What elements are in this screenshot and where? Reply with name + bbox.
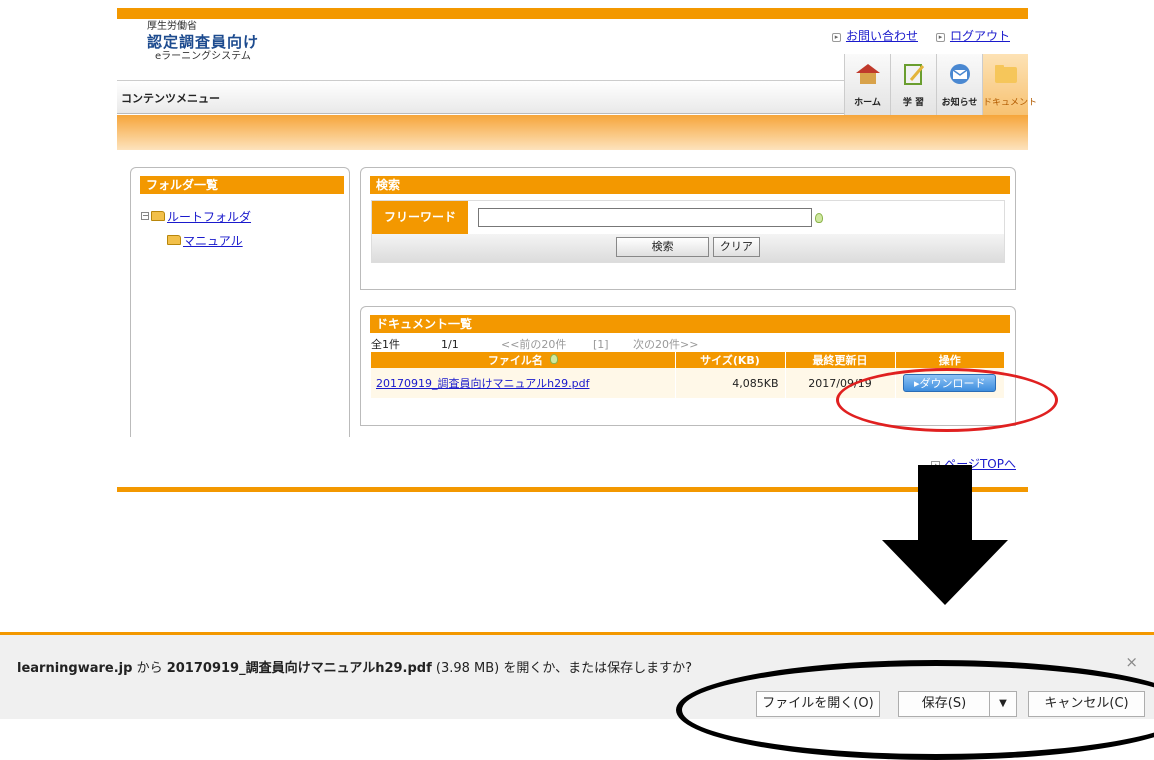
pager: 全1件 1/1 <<前の20件 [1] 次の20件>> [371,338,1005,352]
col-size[interactable]: サイズ(KB) [675,352,786,368]
pager-page: 1/1 [441,338,459,351]
nav-tab-study[interactable]: 学 習 [890,54,936,115]
pager-total: 全1件 [371,338,400,351]
nav-label-home: ホーム [854,98,881,108]
arrow-bullet-icon: ▸ [831,33,841,42]
tree-row-manual: マニュアル [141,228,349,252]
download-question: を開くか、または保存しますか? [503,661,693,676]
folder-icon [994,65,1017,83]
site-title: 認定調査員向け [147,33,260,51]
menu-bar: コンテンツメニュー ホーム 学 習 お知らせ ドキュメント [117,54,1037,115]
table-header-row: ファイル名 サイズ(KB) 最終更新日 操作 [371,352,1005,368]
black-highlight-ellipse [676,660,1154,760]
contact-link[interactable]: お問い合わせ [846,29,918,43]
folder-tree: − ルートフォルダ マニュアル [131,194,349,252]
folder-open-icon [167,235,181,245]
menu-bar-title: コンテンツメニュー [121,92,220,105]
search-panel-heading-text: 検索 [376,178,401,192]
folder-panel-heading-text: フォルダ一覧 [146,178,219,192]
freeword-input[interactable] [478,208,812,227]
cell-filename: 20170919_調査員向けマニュアルh29.pdf [371,368,676,398]
ministry-name: 厚生労働省 [147,21,197,32]
download-message: learningware.jp から 20170919_調査員向けマニュアルh2… [17,657,692,676]
pager-pages: [1] [593,338,609,351]
document-panel-heading-text: ドキュメント一覧 [376,317,473,331]
collapse-icon[interactable]: − [141,212,149,220]
nav-tab-home[interactable]: ホーム [844,54,890,115]
document-panel-heading: ドキュメント一覧 [366,315,1010,333]
close-icon[interactable]: × [1125,653,1138,671]
nav-label-document: ドキュメント [983,98,1038,108]
nav-tabs: ホーム 学 習 お知らせ ドキュメント [844,54,1038,115]
down-arrow-icon [882,465,1008,605]
folder-panel: フォルダ一覧 − ルートフォルダ マニュアル [130,167,350,437]
folder-link-root[interactable]: ルートフォルダ [167,208,251,225]
site-logo: 厚生労働省 認定調査員向け eラーニングシステム [147,22,259,62]
search-button[interactable]: 検索 [616,237,710,257]
header-links: ▸ お問い合わせ ▸ ログアウト [831,27,1010,44]
site-subtitle: eラーニングシステム [155,51,251,62]
top-accent-bar [117,0,1028,19]
tree-row-root: − ルートフォルダ [141,204,349,228]
download-size: (3.98 MB) [431,661,504,676]
nav-tab-document[interactable]: ドキュメント [982,54,1038,115]
logout-link-wrap: ▸ ログアウト [935,27,1010,44]
nav-label-study: 学 習 [902,98,925,108]
download-from: から [132,661,167,676]
clear-button[interactable]: クリア [712,237,760,257]
cell-size: 4,085KB [675,368,786,398]
pager-prev: <<前の20件 [501,338,567,351]
search-row: フリーワード [372,201,1004,234]
nav-tab-notice[interactable]: お知らせ [936,54,982,115]
folder-panel-heading: フォルダ一覧 [136,176,344,194]
search-box: フリーワード 検索 クリア [371,200,1005,263]
search-buttons: 検索 クリア [372,234,1004,262]
col-filename[interactable]: ファイル名 [371,352,676,368]
folder-open-icon [151,211,165,221]
hint-bulb-icon[interactable] [815,212,823,223]
freeword-label: フリーワード [372,201,468,234]
home-icon [855,64,880,84]
nav-label-notice: お知らせ [941,98,978,108]
col-updated[interactable]: 最終更新日 [785,352,896,368]
search-panel: 検索 フリーワード 検索 クリア [360,167,1016,290]
arrow-bullet-icon: ▸ [935,33,945,42]
red-highlight-ellipse [836,368,1058,432]
col-action: 操作 [895,352,1005,368]
pencil-note-icon [903,64,924,85]
file-link[interactable]: 20170919_調査員向けマニュアルh29.pdf [376,377,589,390]
contact-link-wrap: ▸ お問い合わせ [831,27,918,44]
envelope-icon [949,64,970,84]
hint-bulb-icon [549,354,558,364]
download-host: learningware.jp [17,661,133,676]
logout-link[interactable]: ログアウト [950,29,1010,43]
col-filename-label: ファイル名 [487,354,543,367]
orange-banner [117,115,1028,150]
folder-link-manual[interactable]: マニュアル [183,232,243,249]
pager-next: 次の20件>> [633,338,699,351]
download-filename: 20170919_調査員向けマニュアルh29.pdf [166,661,432,676]
search-panel-heading: 検索 [366,176,1010,194]
